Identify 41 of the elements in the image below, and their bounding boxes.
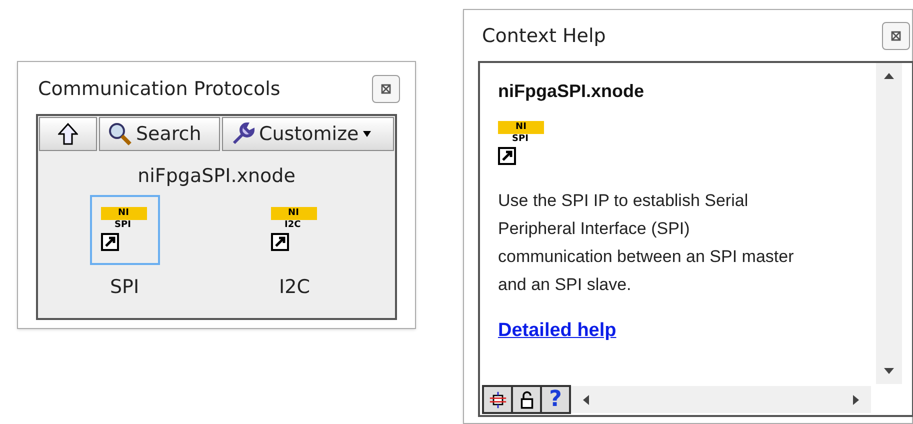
up-arrow-icon <box>58 123 78 145</box>
show-diagram-button[interactable] <box>483 386 512 413</box>
scroll-left-icon <box>583 394 589 404</box>
window-title: Context Help <box>482 24 606 49</box>
icon-badge: NI <box>270 206 316 220</box>
icon-badge: NI <box>498 121 544 134</box>
search-icon <box>108 122 132 146</box>
help-button[interactable]: ? <box>541 386 570 413</box>
icon-label: SPI <box>114 220 131 230</box>
close-button[interactable] <box>882 22 910 50</box>
palette-item[interactable]: NI SPI <box>90 194 160 264</box>
window-title: Communication Protocols <box>38 76 280 102</box>
shortcut-icon <box>498 147 516 165</box>
detailed-help-link[interactable]: Detailed help <box>498 317 876 346</box>
close-icon <box>890 30 902 42</box>
shortcut-icon <box>100 232 118 250</box>
vertical-scrollbar[interactable] <box>876 63 902 384</box>
diagram-icon <box>488 390 506 408</box>
help-heading: niFpgaSPI.xnode <box>498 80 646 103</box>
scroll-right-icon <box>853 394 859 404</box>
search-button[interactable]: Search <box>99 117 220 151</box>
lock-button[interactable] <box>512 386 541 413</box>
icon-label: I2C <box>284 220 301 230</box>
close-icon <box>380 83 392 95</box>
item-label: I2C <box>279 274 310 300</box>
up-button[interactable] <box>39 117 97 151</box>
wrench-icon <box>231 122 255 146</box>
dropdown-caret-icon <box>362 131 371 137</box>
unlocked-padlock-icon <box>520 390 534 408</box>
close-button[interactable] <box>372 75 400 103</box>
icon-label: SPI <box>512 134 528 145</box>
scroll-up-icon <box>884 73 894 79</box>
customize-button[interactable]: Customize <box>222 117 394 151</box>
scroll-down-icon <box>884 368 894 374</box>
help-description: Use the SPI IP to establish Serial Peripheral Interface (SPI) communication between an SPI master and an SPI slave. <box>498 190 795 296</box>
horizontal-scrollbar[interactable] <box>571 386 871 413</box>
shortcut-icon <box>270 232 288 250</box>
item-label: SPI <box>110 274 140 300</box>
category-label: niFpgaSPI.xnode <box>138 164 296 189</box>
icon-badge: NI <box>100 206 146 220</box>
palette-item[interactable]: NI I2C <box>260 194 330 264</box>
